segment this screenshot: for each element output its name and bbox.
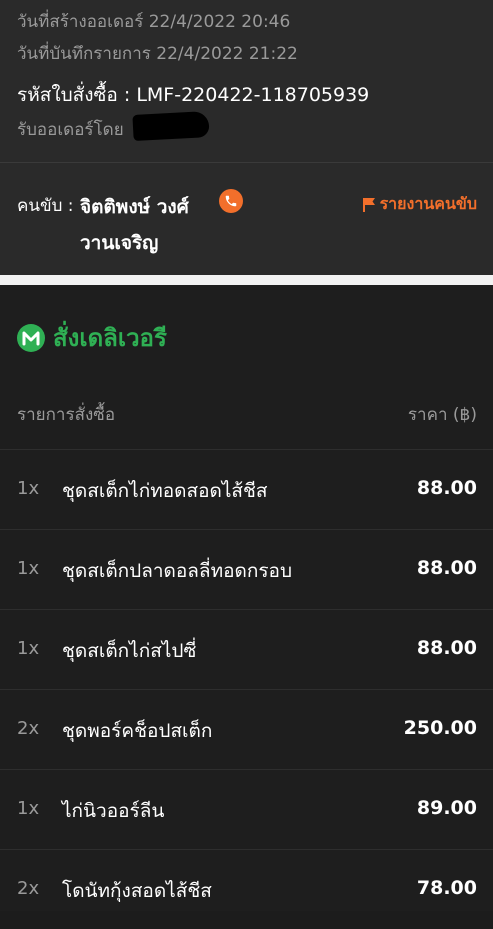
redacted-name bbox=[132, 111, 210, 141]
order-id: รหัสใบสั่งซื้อ : LMF-220422-118705939 bbox=[17, 84, 370, 106]
item-price: 78.00 bbox=[416, 877, 477, 899]
order-recorded-date: วันที่บันทึกรายการ 22/4/2022 21:22 bbox=[17, 44, 298, 64]
item-qty: 1x bbox=[17, 798, 40, 819]
item-name: ชุดสเต็กปลาดอลลี่ทอดกรอบ bbox=[62, 560, 293, 582]
list-item: 1x ไก่นิวออร์ลีน 89.00 bbox=[0, 769, 493, 849]
flag-icon bbox=[362, 197, 375, 212]
item-price: 88.00 bbox=[416, 637, 477, 659]
item-name: ไก่นิวออร์ลีน bbox=[62, 800, 165, 822]
driver-name: จิตติพงษ์ วงศ์วานเจริญ bbox=[80, 196, 189, 254]
item-qty: 1x bbox=[17, 478, 40, 499]
delivery-title: สั่งเดลิเวอรี bbox=[53, 324, 167, 352]
order-items-list: 1x ชุดสเต็กไก่ทอดสอดไส้ชีส 88.00 1x ชุดส… bbox=[0, 449, 493, 929]
list-item: 1x ชุดสเต็กปลาดอลลี่ทอดกรอบ 88.00 bbox=[0, 529, 493, 609]
list-item: 2x ชุดพอร์คช็อปสเต็ก 250.00 bbox=[0, 689, 493, 769]
list-item: 1x ชุดสเต็กไก่ทอดสอดไส้ชีส 88.00 bbox=[0, 449, 493, 529]
order-info-panel: วันที่สร้างออเดอร์ 22/4/2022 20:46 วันที… bbox=[0, 0, 493, 162]
item-price: 250.00 bbox=[403, 717, 477, 739]
delivery-section: สั่งเดลิเวอรี รายการสั่งซื้อ ราคา (฿) 1x… bbox=[0, 285, 493, 911]
m-logo-icon bbox=[17, 323, 45, 352]
list-item: 1x ชุดสเต็กไก่สไปซี่ 88.00 bbox=[0, 609, 493, 689]
item-qty: 1x bbox=[17, 638, 40, 659]
item-name: ชุดสเต็กไก่ทอดสอดไส้ชีส bbox=[62, 480, 268, 502]
item-name: ชุดสเต็กไก่สไปซี่ bbox=[62, 640, 197, 662]
item-qty: 1x bbox=[17, 558, 40, 579]
item-name: โดนัทกุ้งสอดไส้ชีส bbox=[62, 880, 212, 902]
list-item: 2x โดนัทกุ้งสอดไส้ชีส 78.00 bbox=[0, 849, 493, 929]
item-price: 88.00 bbox=[416, 477, 477, 499]
phone-icon[interactable] bbox=[219, 189, 243, 213]
report-driver-button[interactable]: รายงานคนขับ bbox=[362, 192, 477, 217]
item-price: 89.00 bbox=[416, 797, 477, 819]
item-qty: 2x bbox=[17, 718, 40, 739]
driver-label: คนขับ : bbox=[17, 196, 74, 216]
items-column-header: รายการสั่งซื้อ bbox=[17, 405, 116, 425]
item-qty: 2x bbox=[17, 878, 40, 899]
price-column-header: ราคา (฿) bbox=[407, 405, 477, 425]
item-price: 88.00 bbox=[416, 557, 477, 579]
item-name: ชุดพอร์คช็อปสเต็ก bbox=[62, 720, 213, 742]
received-by-label: รับออเดอร์โดย bbox=[17, 120, 124, 140]
report-driver-label: รายงานคนขับ bbox=[379, 194, 477, 213]
delivery-header: สั่งเดลิเวอรี bbox=[17, 318, 167, 357]
driver-panel: คนขับ : จิตติพงษ์ วงศ์วานเจริญ รายงานคนข… bbox=[0, 162, 493, 276]
section-divider bbox=[0, 275, 493, 285]
order-created-date: วันที่สร้างออเดอร์ 22/4/2022 20:46 bbox=[17, 12, 291, 32]
